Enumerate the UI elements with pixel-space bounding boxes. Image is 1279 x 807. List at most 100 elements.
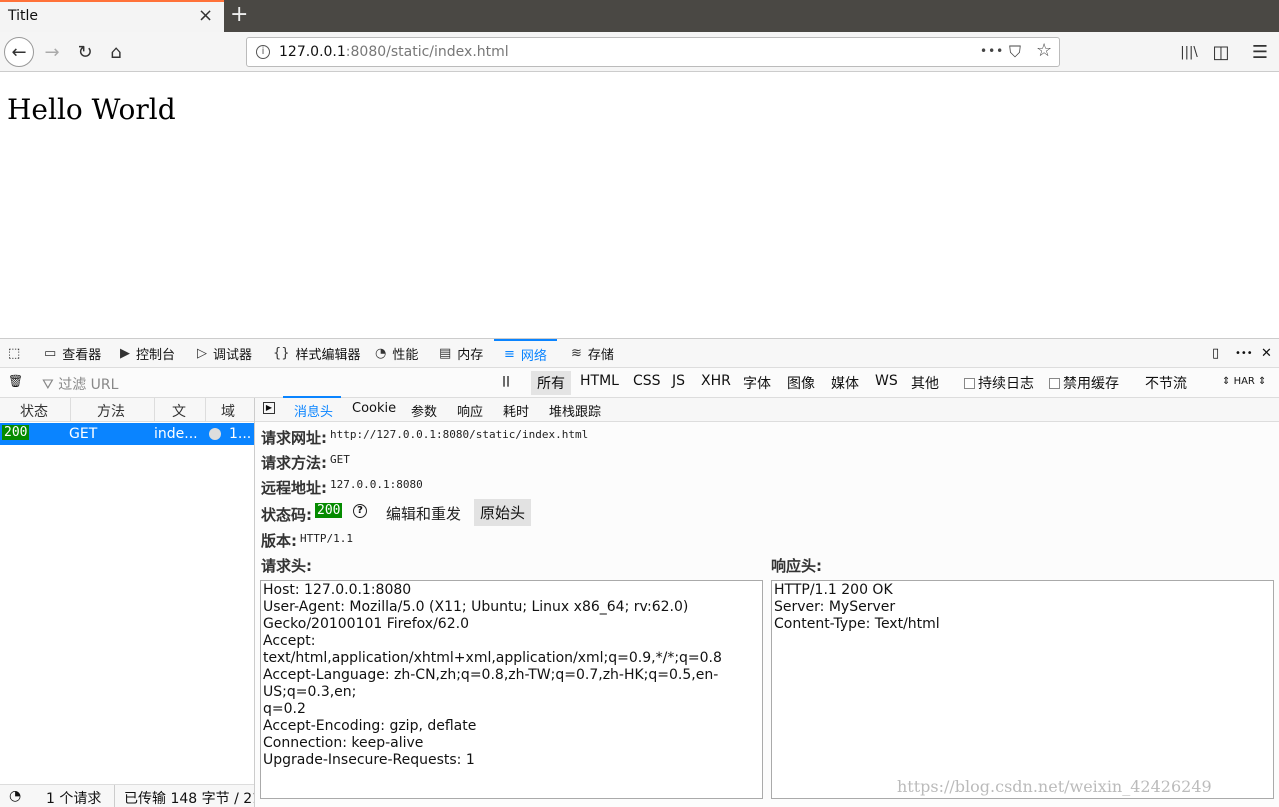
edit-resend-button[interactable]: 编辑和重发 — [386, 503, 461, 524]
active-tab-indicator — [283, 396, 341, 398]
globe-icon — [209, 428, 221, 440]
tab-inspector[interactable]: ▭ 查看器 — [44, 339, 101, 368]
disable-cache-checkbox[interactable]: 禁用缓存 — [1049, 373, 1119, 393]
tab-network-label: 网络 — [520, 349, 547, 364]
column-method[interactable]: 方法 — [97, 401, 125, 421]
request-list-header: 状态 方法 文 域 — [0, 398, 254, 422]
version-value: HTTP/1.1 — [300, 532, 353, 545]
status-code-label: 状态码: — [261, 506, 312, 524]
forward-icon[interactable]: → — [37, 37, 67, 67]
column-divider[interactable] — [70, 398, 71, 422]
menu-icon[interactable]: ☰ — [1245, 37, 1275, 67]
filter-type-images[interactable]: 图像 — [787, 373, 815, 393]
filter-type-css[interactable]: CSS — [633, 373, 661, 389]
page-content: Hello World — [0, 73, 1279, 338]
new-tab-icon[interactable]: + — [230, 2, 248, 28]
navigation-bar: ← → ↻ ⌂ i 127.0.0.1:8080/static/index.ht… — [0, 32, 1279, 72]
filter-url-input[interactable]: ⛛ 过滤 URL — [42, 374, 118, 394]
pause-icon[interactable]: || — [502, 374, 510, 387]
more-options-icon[interactable]: ••• — [1235, 339, 1253, 368]
har-menu[interactable]: ⇕ HAR ⇕ — [1222, 376, 1266, 387]
throttling-select[interactable]: 不节流 — [1145, 373, 1187, 393]
response-headers-label: 响应头: — [771, 557, 822, 575]
help-icon[interactable]: ? — [353, 504, 367, 518]
column-domain[interactable]: 域 — [221, 401, 235, 421]
response-headers-textarea[interactable]: HTTP/1.1 200 OK Server: MyServer Content… — [771, 580, 1274, 799]
column-divider[interactable] — [154, 398, 155, 422]
library-icon[interactable]: |||\ — [1174, 37, 1204, 67]
toggle-panel-icon[interactable]: ▶ — [263, 402, 275, 414]
performance-analysis-icon[interactable]: ◔ — [9, 788, 21, 804]
page-heading: Hello World — [7, 93, 176, 126]
transferred-size: 已传输 148 字节 / 21 — [124, 791, 254, 807]
url-text[interactable]: 127.0.0.1:8080/static/index.html — [279, 44, 509, 60]
network-filter-bar: 🗑 ⛛ 过滤 URL || 所有 HTML CSS JS XHR 字体 图像 媒… — [0, 368, 1279, 398]
request-headers-textarea[interactable]: Host: 127.0.0.1:8080 User-Agent: Mozilla… — [260, 580, 763, 799]
status-code-badge: 200 — [315, 503, 343, 518]
tab-performance[interactable]: ◔ 性能 — [375, 339, 418, 368]
dock-icon[interactable]: ▯ — [1212, 339, 1219, 368]
trash-icon[interactable]: 🗑 — [8, 374, 23, 388]
filter-type-other[interactable]: 其他 — [911, 373, 939, 393]
page-actions-icon[interactable]: ••• — [980, 44, 1004, 58]
request-headers-label: 请求头: — [261, 557, 312, 575]
footer-divider — [114, 785, 115, 807]
url-path: :8080/static/index.html — [345, 44, 509, 60]
close-devtools-icon[interactable]: ✕ — [1261, 339, 1272, 368]
filter-type-ws[interactable]: WS — [875, 373, 898, 389]
reload-icon[interactable]: ↻ — [70, 37, 100, 67]
tab-storage[interactable]: ≋ 存储 — [571, 339, 614, 368]
tab-console-label: 控制台 — [136, 348, 176, 363]
filter-type-fonts[interactable]: 字体 — [743, 373, 771, 393]
pocket-icon[interactable]: ⛉ — [1009, 42, 1021, 62]
back-icon[interactable]: ← — [4, 37, 34, 67]
tab-debugger[interactable]: ▷ 调试器 — [197, 339, 252, 368]
memory-icon: ▤ — [439, 346, 452, 361]
table-row[interactable]: 200 GET inde... 1... — [0, 423, 254, 445]
tab-memory[interactable]: ▤ 内存 — [439, 339, 483, 368]
tab-strip: Title × + — [0, 0, 1279, 32]
url-bar[interactable]: i 127.0.0.1:8080/static/index.html ••• ⛉… — [246, 37, 1060, 67]
tab-storage-label: 存储 — [587, 348, 614, 363]
tab-console[interactable]: ▶ 控制台 — [120, 339, 175, 368]
request-url-label: 请求网址: — [261, 429, 327, 447]
header-line: Content-Type: Text/html — [774, 616, 940, 632]
filter-type-xhr[interactable]: XHR — [701, 373, 731, 389]
version-label: 版本: — [261, 532, 297, 550]
tab-stack-trace[interactable]: 堆栈跟踪 — [549, 401, 601, 420]
sidebar-icon[interactable]: ◫ — [1206, 37, 1236, 67]
filter-type-js[interactable]: JS — [672, 373, 685, 389]
tab-network[interactable]: ≡ 网络 — [494, 339, 557, 368]
bookmark-star-icon[interactable]: ☆ — [1036, 40, 1052, 61]
remote-address-value: 127.0.0.1:8080 — [330, 478, 423, 491]
tab-style-editor[interactable]: {} 样式编辑器 — [273, 339, 361, 368]
checkbox-box — [964, 378, 975, 389]
element-picker-icon[interactable]: ⬚ — [8, 339, 20, 368]
tab-title: Title — [8, 8, 39, 24]
tab-response[interactable]: 响应 — [457, 401, 483, 420]
column-status[interactable]: 状态 — [20, 401, 48, 421]
tab-debugger-label: 调试器 — [213, 348, 253, 363]
header-line: Gecko/20100101 Firefox/62.0 — [263, 616, 469, 632]
column-divider[interactable] — [205, 398, 206, 422]
details-tab-bar: ▶ 消息头 Cookie 参数 响应 耗时 堆栈跟踪 — [255, 398, 1279, 422]
tab-headers[interactable]: 消息头 — [294, 401, 333, 420]
tab-style-editor-label: 样式编辑器 — [295, 348, 361, 363]
raw-headers-button[interactable]: 原始头 — [474, 499, 532, 526]
info-icon[interactable]: i — [256, 45, 270, 59]
persist-logs-checkbox[interactable]: 持续日志 — [964, 373, 1034, 393]
tab-close-icon[interactable]: × — [198, 6, 213, 26]
filter-type-html[interactable]: HTML — [580, 373, 619, 389]
watermark: https://blog.csdn.net/weixin_42426249 — [897, 777, 1212, 796]
filter-type-all[interactable]: 所有 — [531, 371, 571, 395]
tab-params[interactable]: 参数 — [411, 401, 437, 420]
tab-performance-label: 性能 — [392, 348, 419, 363]
home-icon[interactable]: ⌂ — [101, 37, 131, 67]
header-line: Accept: text/html,application/xhtml+xml,… — [263, 633, 722, 666]
column-file[interactable]: 文 — [172, 401, 186, 421]
tab-timings[interactable]: 耗时 — [503, 401, 529, 420]
filter-type-media[interactable]: 媒体 — [831, 373, 859, 393]
tab-cookies[interactable]: Cookie — [352, 401, 396, 416]
request-url-value: http://127.0.0.1:8080/static/index.html — [330, 428, 589, 441]
browser-tab[interactable]: Title × — [0, 0, 224, 32]
